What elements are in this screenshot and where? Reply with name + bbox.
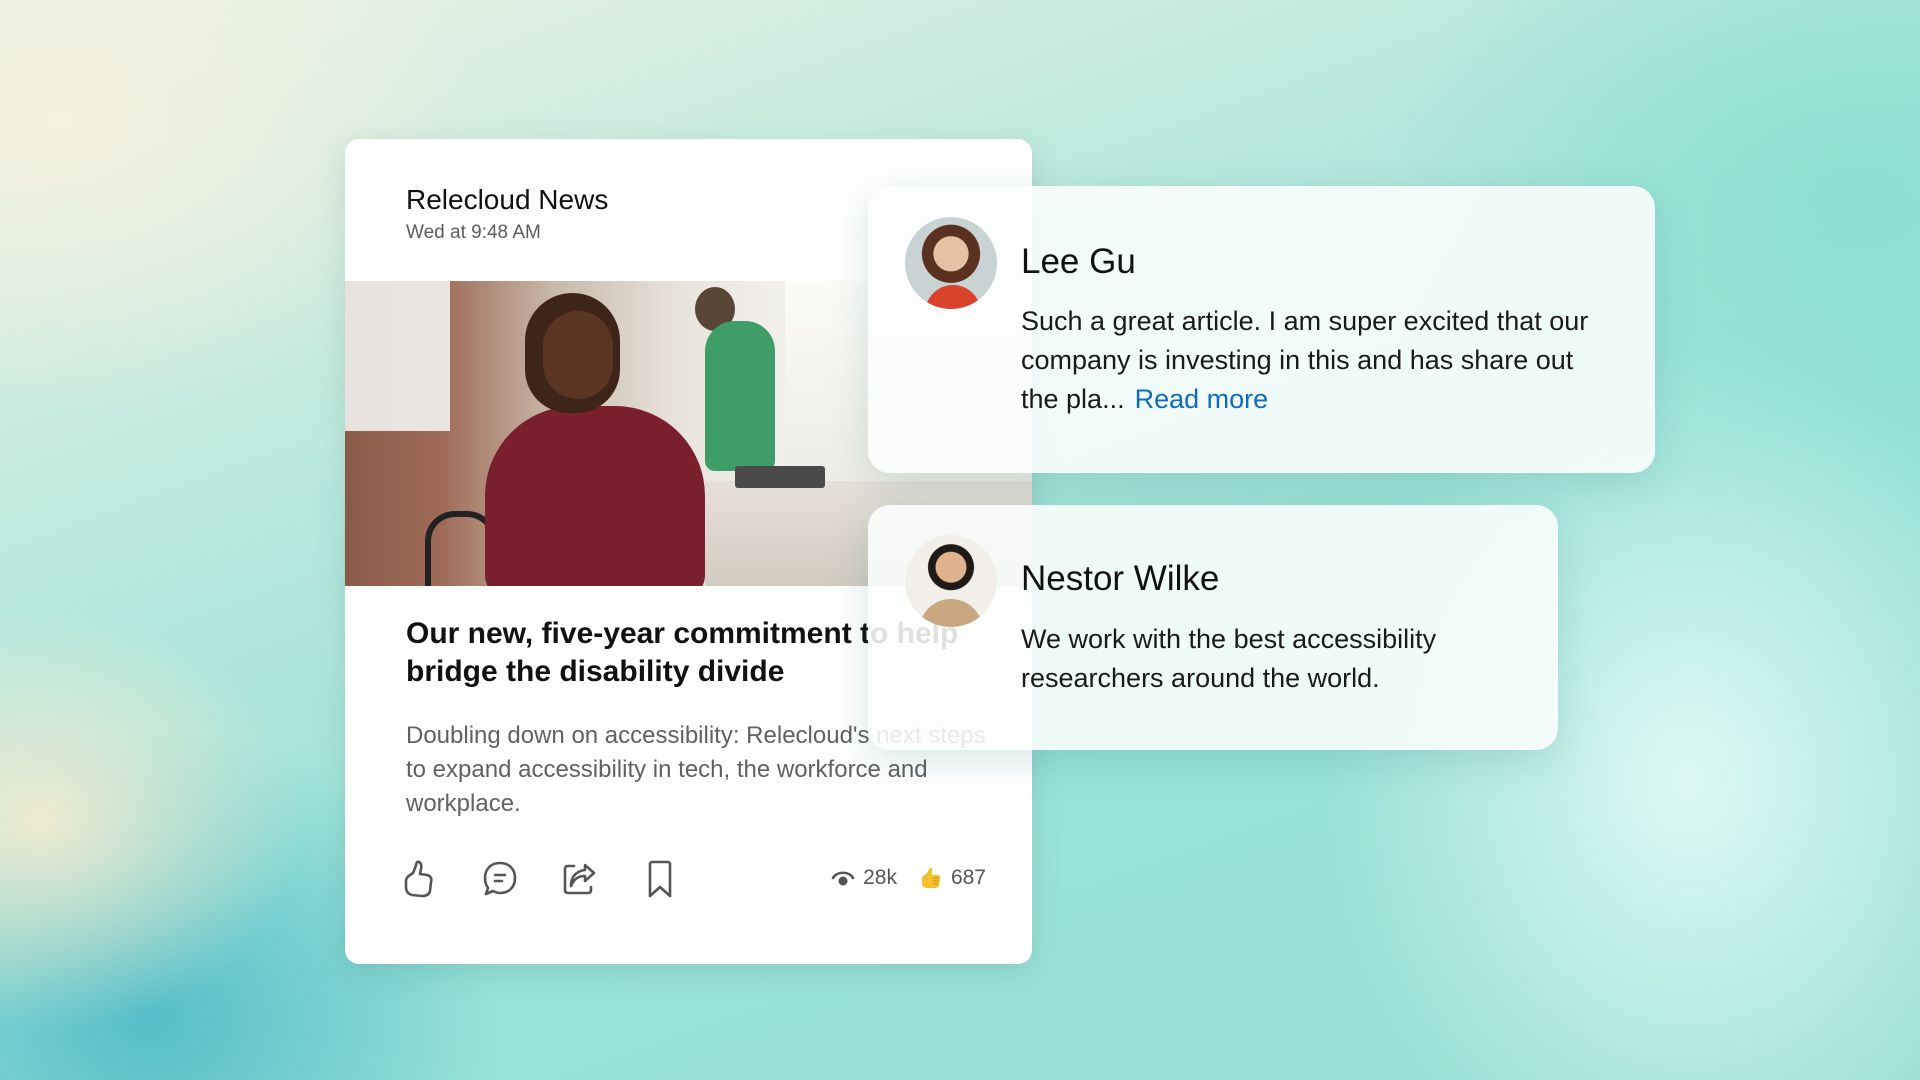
photo-background-person-body (705, 321, 775, 471)
bookmark-icon (648, 860, 672, 898)
comment-author[interactable]: Lee Gu (1021, 242, 1136, 282)
post-stats: 28k 687 (831, 866, 986, 890)
photo-poster (345, 281, 450, 431)
read-more-link[interactable]: Read more (1135, 384, 1269, 414)
views-count: 28k (863, 866, 897, 889)
comment-body: We work with the best accessibility rese… (1021, 624, 1437, 693)
post-actions (400, 859, 680, 899)
photo-laptop (735, 466, 825, 488)
thumbs-up-emoji-icon (921, 867, 941, 888)
comment-card: Nestor Wilke We work with the best acces… (868, 505, 1558, 750)
eye-icon (831, 871, 855, 886)
likes-stat: 687 (919, 866, 986, 890)
news-timestamp: Wed at 9:48 AM (406, 222, 541, 243)
views-stat: 28k (831, 866, 897, 890)
comment-body: Such a great article. I am super excited… (1021, 306, 1589, 414)
photo-person-body (485, 406, 705, 586)
comment-button[interactable] (480, 859, 520, 899)
photo-person-face (543, 311, 613, 399)
thumbs-up-icon (404, 860, 433, 898)
avatar[interactable] (905, 217, 997, 309)
comment-icon (483, 861, 517, 896)
share-icon (563, 863, 596, 895)
share-button[interactable] (560, 859, 600, 899)
news-source-title: Relecloud News (406, 184, 609, 215)
bookmark-button[interactable] (640, 859, 680, 899)
comment-card: Lee Gu Such a great article. I am super … (868, 186, 1655, 473)
like-button[interactable] (400, 859, 440, 899)
likes-count: 687 (950, 866, 986, 889)
comment-text: Such a great article. I am super excited… (1021, 302, 1611, 419)
avatar[interactable] (905, 535, 997, 627)
comment-author[interactable]: Nestor Wilke (1021, 559, 1219, 599)
